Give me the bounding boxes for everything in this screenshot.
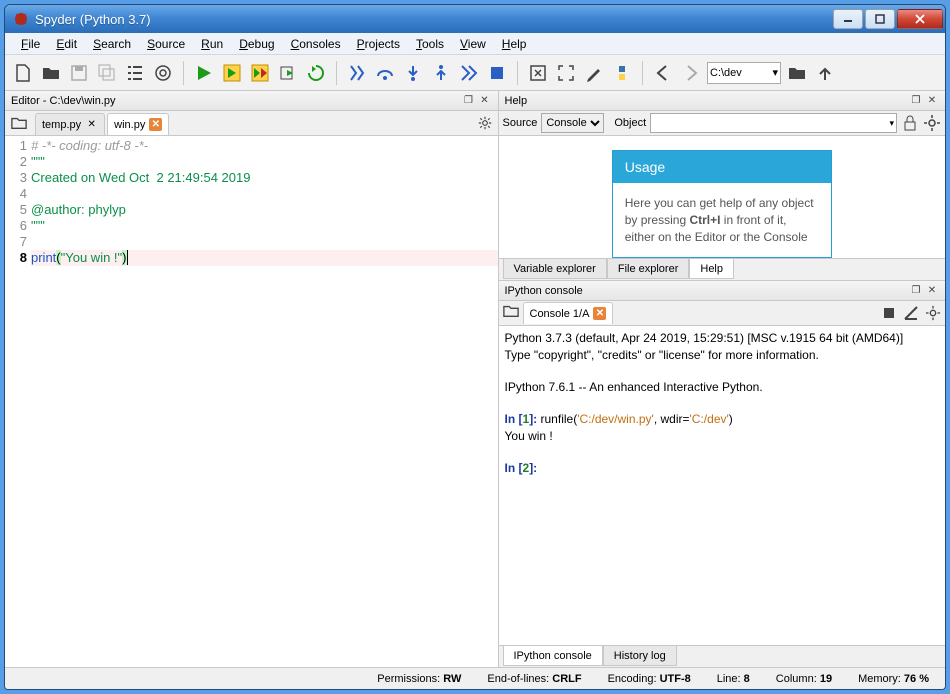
console-bottom-tabs: IPython consoleHistory log [499, 645, 946, 667]
preferences-icon[interactable] [582, 61, 606, 85]
help-pane-header: Help ❐ ✕ [499, 91, 946, 111]
tab-history-log[interactable]: History log [603, 646, 677, 666]
tab-file-explorer[interactable]: File explorer [607, 259, 690, 279]
editor-options-icon[interactable] [476, 114, 494, 132]
python-path-icon[interactable] [610, 61, 634, 85]
console-in-2: In [2]: [505, 460, 940, 476]
at-icon[interactable] [151, 61, 175, 85]
browse-dir-icon[interactable] [785, 61, 809, 85]
step-over-icon[interactable] [373, 61, 397, 85]
tab-ipython-console[interactable]: IPython console [503, 646, 603, 666]
open-file-icon[interactable] [39, 61, 63, 85]
console-in-1: In [1]: runfile('C:/dev/win.py', wdir='C… [505, 411, 940, 427]
working-dir-text: C:\dev [710, 67, 742, 79]
ipython-pane-header: IPython console ❐ ✕ [499, 281, 946, 301]
help-card-body: Here you can get help of any object by p… [613, 183, 831, 257]
menu-search[interactable]: Search [87, 35, 137, 53]
undock-icon[interactable]: ❐ [909, 284, 923, 298]
close-icon[interactable]: ✕ [85, 118, 98, 131]
undock-icon[interactable]: ❐ [909, 94, 923, 108]
editor-pane-header: Editor - C:\dev\win.py ❐ ✕ [5, 91, 498, 111]
help-content: Usage Here you can get help of any objec… [499, 136, 946, 258]
minimize-button[interactable] [833, 9, 863, 29]
interrupt-icon[interactable] [881, 305, 897, 321]
console-text: IPython 7.6.1 -- An enhanced Interactive… [505, 379, 940, 395]
close-button[interactable] [897, 9, 943, 29]
editor-pane-title: Editor - C:\dev\win.py [11, 95, 460, 107]
menu-tools[interactable]: Tools [410, 35, 450, 53]
menu-projects[interactable]: Projects [351, 35, 406, 53]
menu-file[interactable]: File [15, 35, 46, 53]
clear-icon[interactable] [903, 305, 919, 321]
debug-icon[interactable] [345, 61, 369, 85]
outline-icon[interactable] [123, 61, 147, 85]
file-browse-icon[interactable] [9, 113, 29, 133]
console-text: Type "copyright", "credits" or "license"… [505, 347, 940, 363]
menu-view[interactable]: View [454, 35, 492, 53]
ipython-console[interactable]: Python 3.7.3 (default, Apr 24 2019, 15:2… [499, 326, 946, 645]
close-icon[interactable]: ✕ [593, 307, 606, 320]
console-text: Python 3.7.3 (default, Apr 24 2019, 15:2… [505, 330, 940, 346]
step-out-icon[interactable] [429, 61, 453, 85]
forward-icon[interactable] [679, 61, 703, 85]
console-output: You win ! [505, 428, 940, 444]
console-browse-icon[interactable] [503, 303, 519, 324]
menubar: FileEditSearchSourceRunDebug ConsolesProj… [5, 33, 945, 55]
close-pane-icon[interactable]: ✕ [925, 284, 939, 298]
menu-source[interactable]: Source [141, 35, 191, 53]
help-source-label: Source [503, 117, 538, 129]
save-all-icon[interactable] [95, 61, 119, 85]
tab-win[interactable]: win.py ✕ [107, 113, 169, 135]
run-icon[interactable] [192, 61, 216, 85]
run-cell-advance-icon[interactable] [248, 61, 272, 85]
close-pane-icon[interactable]: ✕ [925, 94, 939, 108]
new-file-icon[interactable] [11, 61, 35, 85]
step-into-icon[interactable] [401, 61, 425, 85]
help-bottom-tabs: Variable explorerFile explorerHelp [499, 258, 946, 280]
editor-tab-row: temp.py ✕ win.py ✕ [5, 111, 498, 136]
help-options-icon[interactable] [923, 114, 941, 132]
undock-icon[interactable]: ❐ [462, 94, 476, 108]
working-dir-input[interactable]: C:\dev ▾ [707, 62, 781, 84]
window-title: Spyder (Python 3.7) [35, 12, 833, 27]
tab-win-label: win.py [114, 119, 145, 131]
tab-help[interactable]: Help [689, 259, 734, 279]
back-icon[interactable] [651, 61, 675, 85]
fullscreen-icon[interactable] [554, 61, 578, 85]
stop-debug-icon[interactable] [485, 61, 509, 85]
menu-help[interactable]: Help [496, 35, 533, 53]
spyder-icon [13, 11, 29, 27]
console-tab[interactable]: Console 1/A ✕ [523, 302, 614, 324]
code-editor[interactable]: 12345678 # -*- coding: utf-8 -*-"""Creat… [5, 136, 498, 667]
ipython-pane-title: IPython console [505, 285, 908, 297]
titlebar: Spyder (Python 3.7) [5, 5, 945, 33]
tab-temp[interactable]: temp.py ✕ [35, 113, 105, 135]
maximize-button[interactable] [865, 9, 895, 29]
run-cell-icon[interactable] [220, 61, 244, 85]
main-toolbar: C:\dev ▾ [5, 55, 945, 91]
help-object-label: Object [614, 117, 646, 129]
help-card-title: Usage [613, 151, 831, 183]
parent-dir-icon[interactable] [813, 61, 837, 85]
statusbar: Permissions: RW End-of-lines: CRLF Encod… [5, 667, 945, 689]
console-tab-label: Console 1/A [530, 308, 590, 320]
maximize-pane-icon[interactable] [526, 61, 550, 85]
menu-edit[interactable]: Edit [50, 35, 83, 53]
close-pane-icon[interactable]: ✕ [478, 94, 492, 108]
lock-icon[interactable] [901, 114, 919, 132]
tab-temp-label: temp.py [42, 119, 81, 131]
menu-run[interactable]: Run [195, 35, 229, 53]
run-selection-icon[interactable] [276, 61, 300, 85]
continue-icon[interactable] [457, 61, 481, 85]
console-options-icon[interactable] [925, 305, 941, 321]
rerun-icon[interactable] [304, 61, 328, 85]
help-object-input[interactable]: ▾ [650, 113, 897, 133]
save-icon[interactable] [67, 61, 91, 85]
close-icon[interactable]: ✕ [149, 118, 162, 131]
tab-variable-explorer[interactable]: Variable explorer [503, 259, 607, 279]
menu-debug[interactable]: Debug [233, 35, 280, 53]
help-pane-title: Help [505, 95, 908, 107]
help-source-select[interactable]: Console [541, 113, 604, 133]
menu-consoles[interactable]: Consoles [285, 35, 347, 53]
